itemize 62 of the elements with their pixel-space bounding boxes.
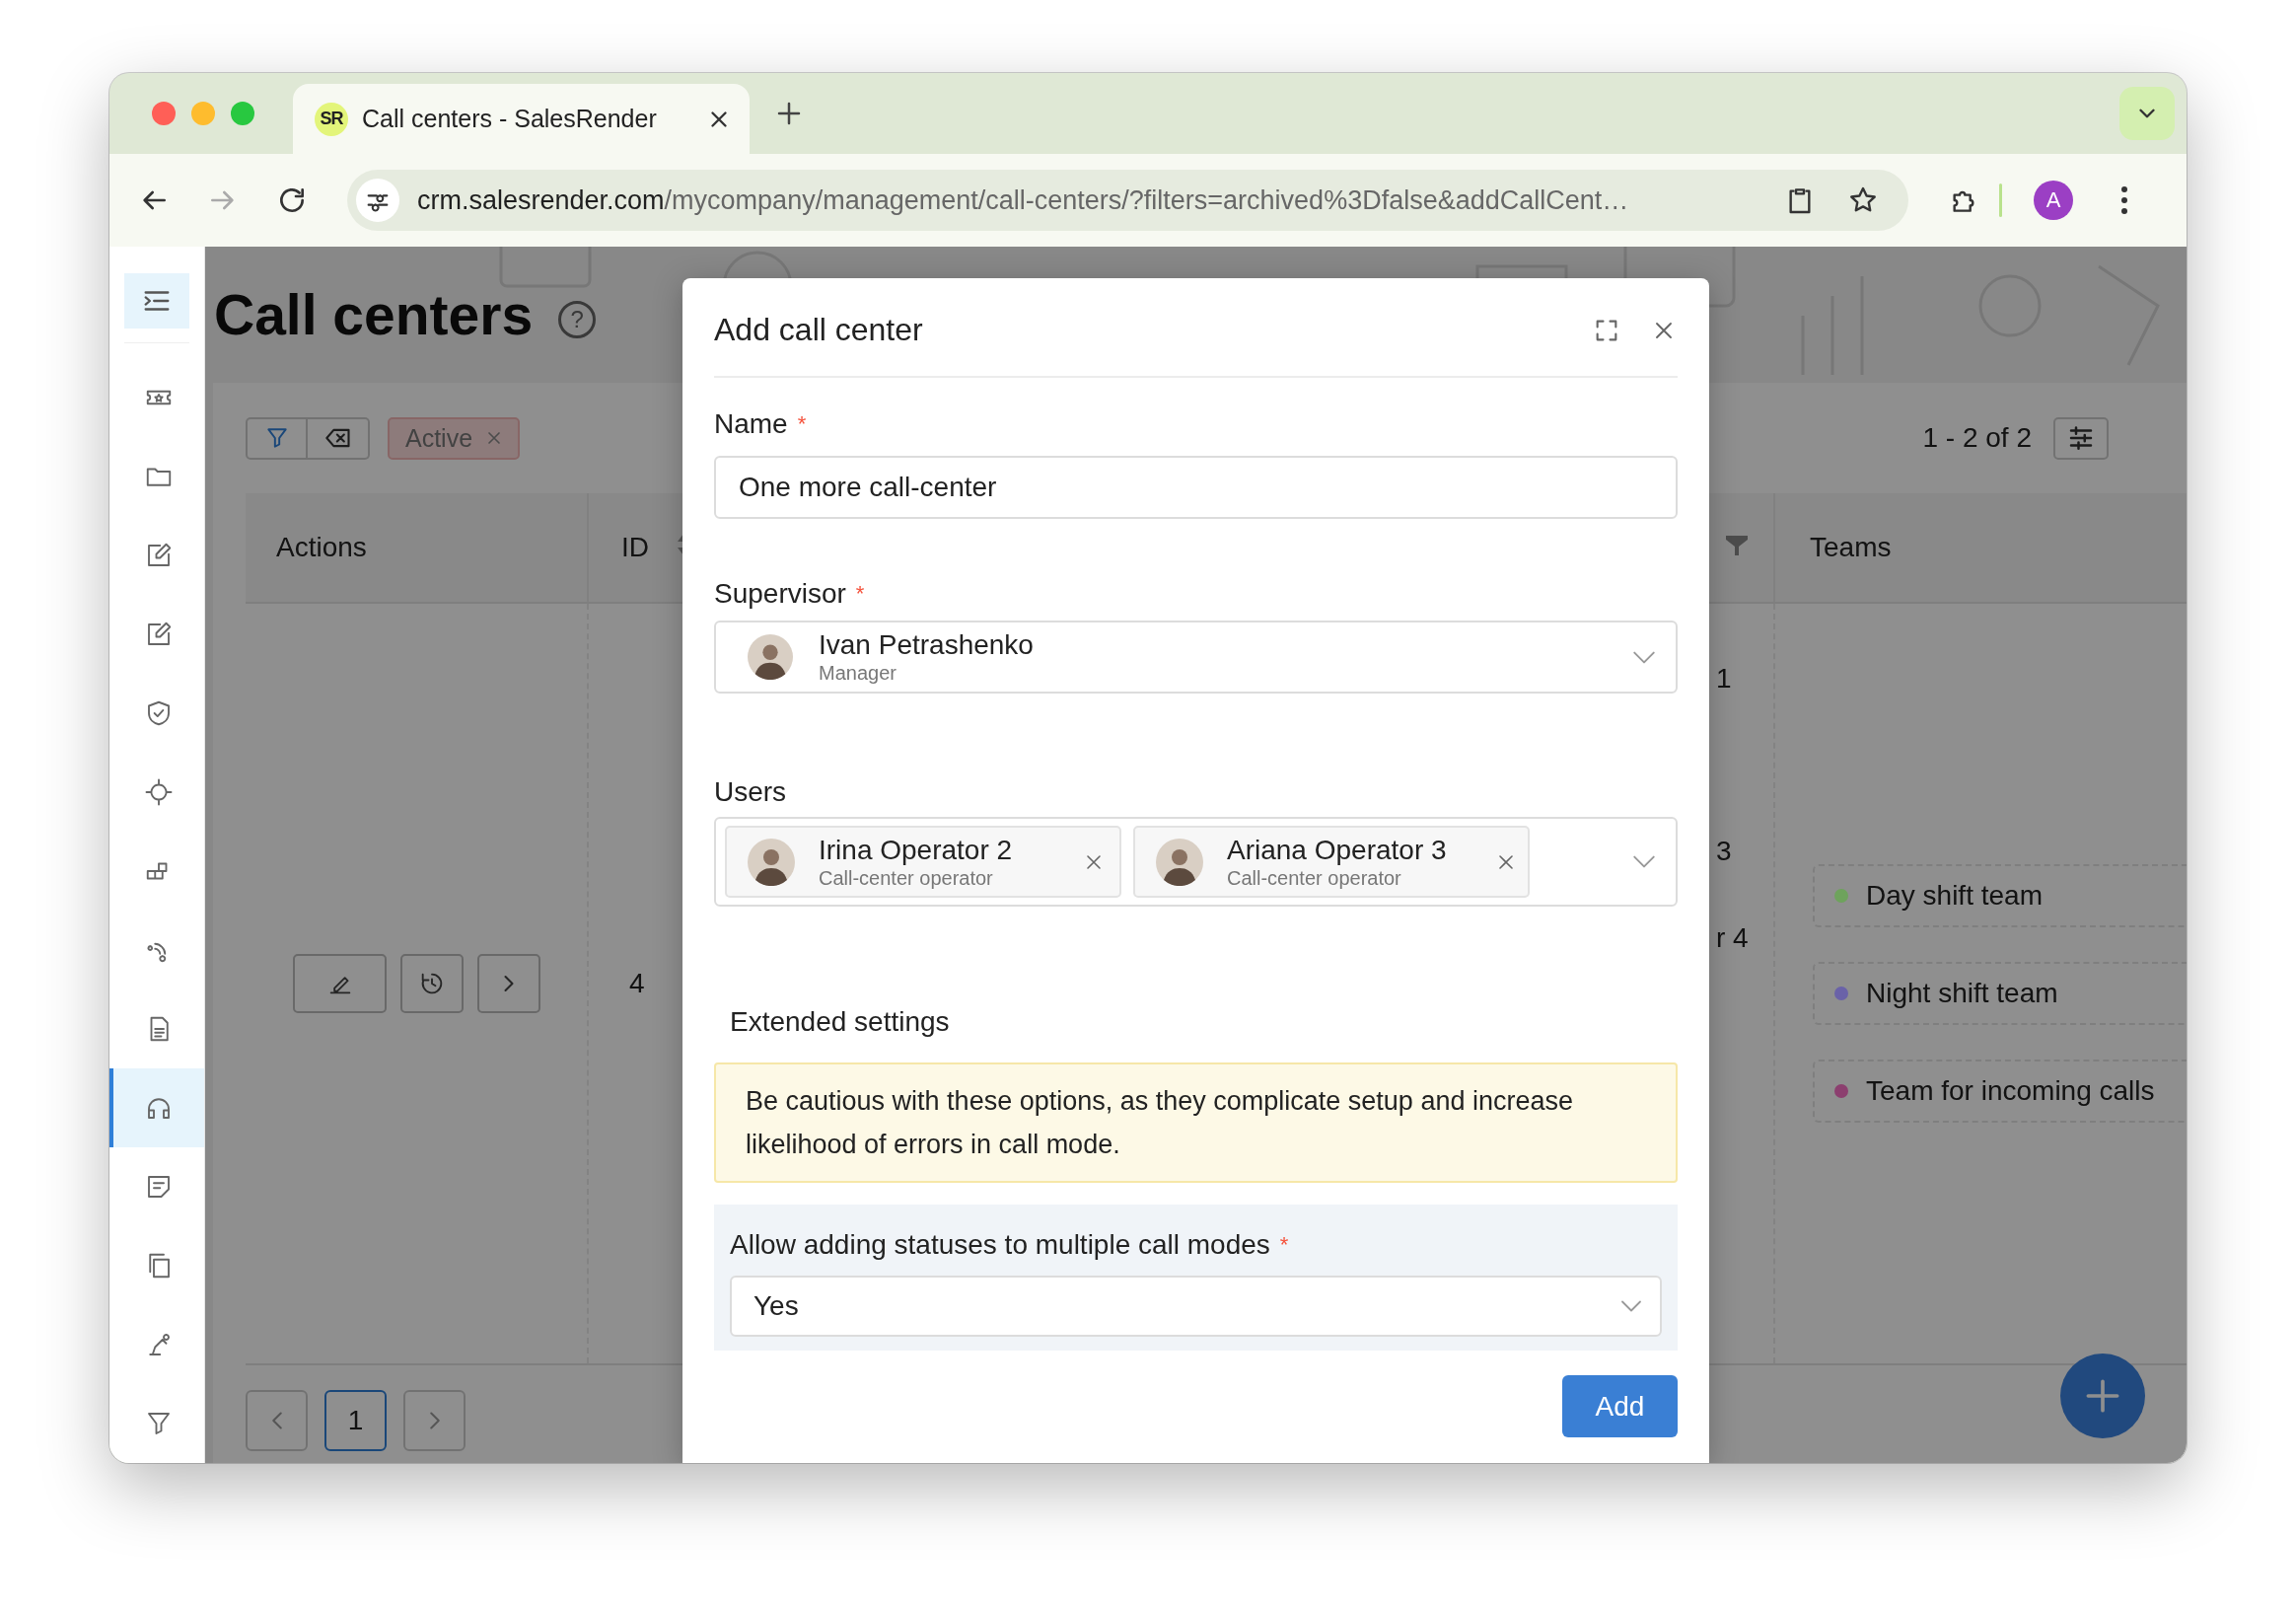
add-button[interactable]: Add bbox=[1562, 1375, 1678, 1437]
field-label: Users bbox=[714, 775, 787, 809]
required-mark: * bbox=[797, 410, 807, 438]
section-heading: Extended settings bbox=[729, 1005, 951, 1039]
required-mark: * bbox=[855, 580, 865, 608]
column-settings-button[interactable] bbox=[2053, 416, 2109, 460]
chevron-left-icon bbox=[271, 1412, 282, 1429]
site-settings-icon[interactable] bbox=[356, 179, 399, 222]
cell-text: 1 bbox=[1716, 662, 1732, 695]
cell-text: r 4 bbox=[1716, 921, 1749, 955]
supervisor-select[interactable]: Ivan Petrashenko Manager bbox=[714, 621, 1678, 694]
page-title: Call centers bbox=[214, 282, 534, 347]
user-name: Ivan Petrashenko bbox=[819, 629, 1034, 661]
filter-button[interactable] bbox=[246, 416, 308, 460]
user-role: Call-center operator bbox=[819, 865, 994, 890]
chevron-down-icon bbox=[1632, 650, 1656, 664]
warning-message: Be cautious with these options, as they complicate setup and increase likelihood of errors in call mode. bbox=[714, 1062, 1678, 1183]
sidebar-item[interactable] bbox=[109, 1068, 204, 1147]
open-button[interactable] bbox=[477, 954, 540, 1013]
required-mark: * bbox=[1279, 1231, 1289, 1259]
user-role: Call-center operator bbox=[1227, 865, 1402, 890]
chevron-down-icon bbox=[1620, 1300, 1642, 1312]
zoom-window-button[interactable] bbox=[231, 102, 254, 125]
profile-avatar[interactable]: A bbox=[2034, 181, 2073, 220]
chevron-down-icon bbox=[1632, 855, 1656, 868]
field-label: Allow adding statuses to multiple call modes bbox=[730, 1228, 1270, 1262]
range-text: 1 - 2 of 2 bbox=[1922, 422, 2032, 454]
field-label: Supervisor bbox=[714, 577, 846, 611]
team-name: Night shift team bbox=[1866, 978, 2058, 1009]
column-header[interactable]: Actions bbox=[276, 532, 367, 563]
address-bar[interactable]: crm.salesrender.com/mycompany/management/call-centers/?filters=archived%3Dfalse&addCallCent… bbox=[347, 170, 1908, 231]
browser-tab[interactable]: SR Call centers - SalesRender bbox=[293, 84, 750, 154]
tab-title: Call centers - SalesRender bbox=[362, 105, 658, 133]
option-select[interactable]: Yes bbox=[730, 1276, 1662, 1337]
user-role: Manager bbox=[819, 661, 897, 685]
history-button[interactable] bbox=[400, 954, 464, 1013]
person-avatar bbox=[748, 838, 795, 886]
person-avatar bbox=[748, 634, 793, 680]
help-button[interactable]: ? bbox=[558, 301, 597, 338]
column-header[interactable]: ID bbox=[621, 532, 649, 563]
edit-button[interactable] bbox=[293, 954, 387, 1013]
dialog-title: Add call center bbox=[714, 312, 923, 348]
crosshair-icon bbox=[144, 777, 174, 807]
users-select[interactable]: Irina Operator 2 Call-center operator Ariana Operator 3 Call-center operator bbox=[714, 817, 1678, 907]
favicon: SR bbox=[315, 102, 348, 136]
user-name: Ariana Operator 3 bbox=[1227, 834, 1447, 866]
page-button[interactable]: 1 bbox=[324, 1390, 387, 1451]
clear-filters-button[interactable] bbox=[308, 416, 370, 460]
table-cell: 4 bbox=[629, 968, 645, 999]
user-name: Irina Operator 2 bbox=[819, 834, 1013, 866]
column-header[interactable]: Teams bbox=[1810, 532, 1892, 563]
name-field[interactable]: One more call-center bbox=[714, 456, 1678, 519]
more-icon[interactable] bbox=[2120, 185, 2128, 215]
team-name: Team for incoming calls bbox=[1866, 1075, 2155, 1107]
team-name: Day shift team bbox=[1866, 880, 2043, 912]
person-avatar bbox=[1156, 838, 1203, 886]
cell-text: 3 bbox=[1716, 835, 1732, 868]
chevron-right-icon bbox=[429, 1412, 440, 1429]
url-text: crm.salesrender.com/mycompany/management/call-centers/?filters=archived%3Dfalse&addCallCent… bbox=[417, 184, 1630, 216]
field-label: Name bbox=[714, 407, 788, 441]
menu-button[interactable] bbox=[124, 273, 189, 329]
close-window-button[interactable] bbox=[152, 102, 176, 125]
